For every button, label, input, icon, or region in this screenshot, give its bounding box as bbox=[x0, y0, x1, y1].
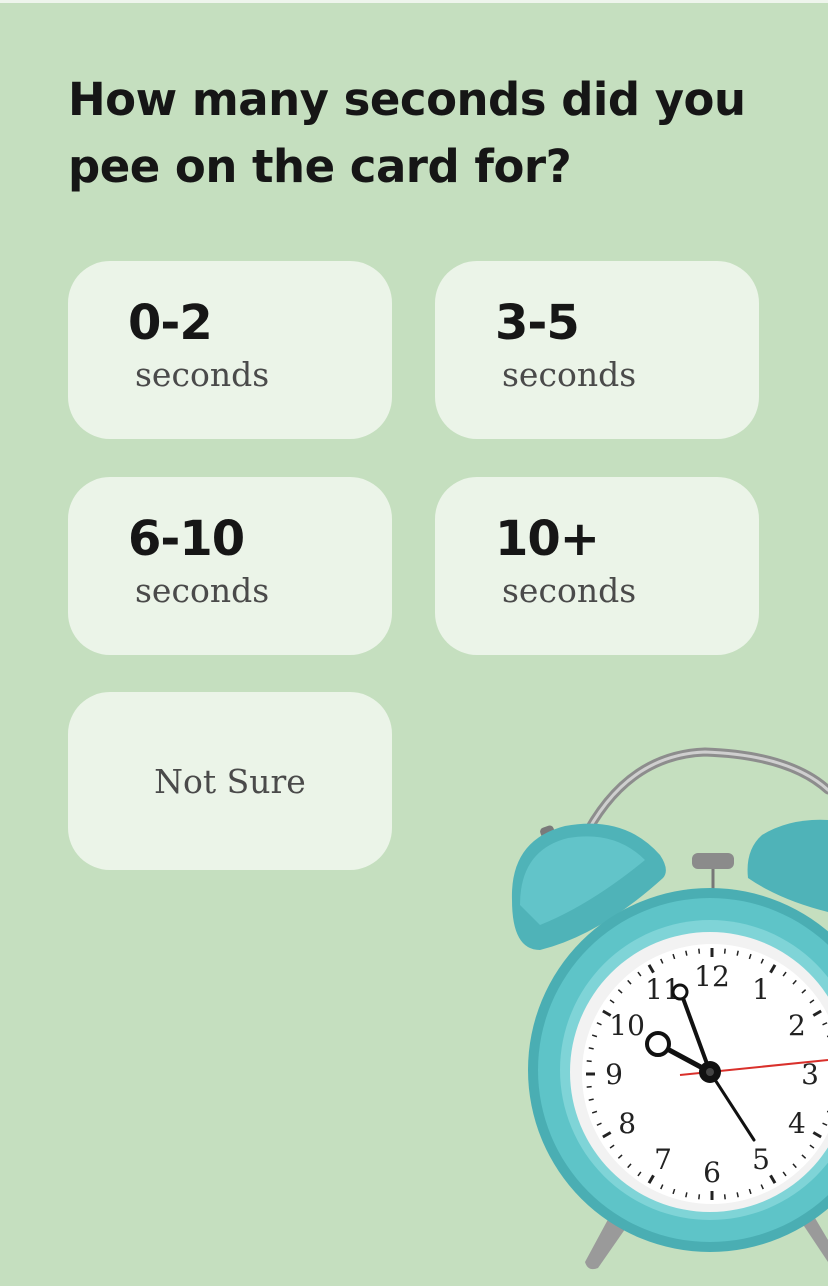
clock-numeral: 4 bbox=[788, 1107, 806, 1140]
option-unit: seconds bbox=[135, 571, 270, 610]
clock-numeral: 9 bbox=[605, 1058, 623, 1091]
option-0-2-seconds[interactable]: 0-2 seconds bbox=[68, 261, 392, 439]
option-value: 0-2 bbox=[128, 295, 213, 351]
alarm-clock-illustration: 12 1234567891011 bbox=[511, 747, 828, 1270]
clock-tick bbox=[736, 1192, 739, 1198]
option-value: 3-5 bbox=[495, 295, 580, 351]
clock-numeral: 2 bbox=[788, 1009, 806, 1042]
clock-numeral: 10 bbox=[609, 1009, 645, 1042]
option-unit: seconds bbox=[135, 355, 270, 394]
clock-numeral: 12 bbox=[694, 960, 730, 993]
option-6-10-seconds[interactable]: 6-10 seconds bbox=[68, 477, 392, 655]
clock-tick bbox=[736, 950, 739, 956]
option-not-sure[interactable]: Not Sure bbox=[68, 692, 392, 870]
clock-tick bbox=[588, 1047, 594, 1050]
option-unit: seconds bbox=[502, 571, 637, 610]
clock-numeral: 5 bbox=[752, 1143, 770, 1176]
clock-numeral: 8 bbox=[618, 1107, 636, 1140]
clock-tick bbox=[586, 1085, 592, 1088]
clock-tick bbox=[698, 1194, 701, 1200]
clock-tick bbox=[685, 950, 688, 956]
clock-tick bbox=[588, 1098, 594, 1101]
option-10-plus-seconds[interactable]: 10+ seconds bbox=[435, 477, 759, 655]
top-divider bbox=[0, 0, 828, 3]
clock-tick bbox=[698, 948, 701, 954]
clock-numeral: 1 bbox=[752, 973, 770, 1006]
option-label: Not Sure bbox=[154, 762, 306, 801]
clock-tick bbox=[723, 1194, 726, 1200]
clock-tick bbox=[723, 948, 726, 954]
clock-numeral: 6 bbox=[703, 1156, 721, 1189]
clock-tick bbox=[685, 1192, 688, 1198]
option-unit: seconds bbox=[502, 355, 637, 394]
option-value: 6-10 bbox=[128, 511, 245, 567]
option-3-5-seconds[interactable]: 3-5 seconds bbox=[435, 261, 759, 439]
option-value: 10+ bbox=[495, 511, 600, 567]
clock-numeral: 7 bbox=[654, 1143, 672, 1176]
clock-tick bbox=[586, 1060, 592, 1063]
question-title: How many seconds did you pee on the card… bbox=[68, 73, 746, 193]
